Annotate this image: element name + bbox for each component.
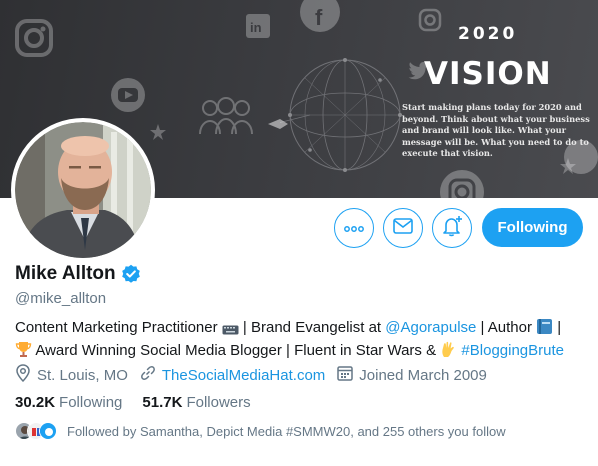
location-icon	[15, 364, 37, 386]
instagram-icon	[418, 8, 442, 32]
keyboard-emoji-icon	[222, 321, 239, 341]
followers-label: Followers	[186, 394, 251, 411]
vulcan-salute-emoji-icon	[440, 341, 457, 364]
mention-link[interactable]: @Agorapulse	[385, 319, 476, 336]
bio-text: Content Marketing Practitioner	[15, 319, 222, 336]
following-stat-link[interactable]: 30.2K Following	[15, 394, 122, 411]
location-text: St. Louis, MO	[37, 366, 128, 384]
avatar-photo	[15, 122, 151, 258]
profile-name: Mike Allton	[15, 263, 116, 284]
trophy-emoji-icon	[15, 341, 32, 364]
instagram-icon	[14, 18, 54, 58]
following-button[interactable]: Following	[482, 208, 583, 247]
bell-plus-icon	[441, 215, 463, 242]
bio-text: | Brand Evangelist at	[238, 319, 386, 336]
linkedin-icon: in	[246, 14, 270, 38]
banner-tagline: Start making plans today for 2020 and be…	[402, 102, 590, 158]
profile-handle: @mike_allton	[15, 290, 107, 307]
more-icon	[344, 219, 364, 237]
website-link[interactable]: TheSocialMediaHat.com	[162, 367, 325, 384]
facebook-icon: f	[300, 0, 340, 34]
instagram-icon	[440, 170, 484, 198]
followed-by-text: Followed by Samantha, Depict Media #SMMW…	[67, 423, 506, 439]
network-globe-graphic	[269, 50, 410, 185]
rocket-icon	[268, 118, 288, 130]
notifications-button[interactable]	[432, 208, 472, 248]
profile-avatar[interactable]	[11, 118, 155, 262]
location-item: St. Louis, MO	[15, 364, 128, 386]
profile-bio: Content Marketing Practitioner | Brand E…	[15, 318, 590, 364]
profile-name-row: Mike Allton	[15, 263, 141, 285]
following-count: 30.2K	[15, 394, 56, 411]
calendar-icon	[337, 365, 359, 385]
svg-text:in: in	[250, 20, 262, 35]
followers-count: 51.7K	[142, 394, 183, 411]
joined-item: Joined March 2009	[337, 365, 487, 385]
star-icon	[560, 158, 576, 174]
message-button[interactable]	[383, 208, 423, 248]
profile-meta: St. Louis, MO TheSocialMediaHat.com Join…	[15, 364, 499, 386]
verified-badge-icon	[121, 264, 141, 284]
star-icon	[150, 124, 166, 140]
mail-icon	[393, 217, 413, 239]
banner-headline: VISION	[424, 56, 552, 92]
joined-text: Joined March 2009	[359, 366, 487, 384]
link-icon	[140, 365, 162, 385]
youtube-icon	[110, 78, 146, 112]
people-group-icon	[196, 96, 256, 136]
website-item[interactable]: TheSocialMediaHat.com	[140, 365, 325, 385]
hashtag-link[interactable]: #BloggingBrute	[461, 342, 564, 359]
bio-text: Award Winning Social Media Blogger | Flu…	[32, 342, 441, 359]
followed-by-row[interactable]: Followed by Samantha, Depict Media #SMMW…	[15, 422, 506, 440]
profile-stats: 30.2K Following 51.7K Followers	[15, 394, 271, 411]
followers-stat-link[interactable]: 51.7K Followers	[142, 394, 250, 411]
book-emoji-icon	[536, 318, 553, 341]
followed-by-avatars	[15, 422, 57, 440]
mini-avatar	[39, 422, 57, 440]
svg-text:f: f	[315, 5, 323, 30]
following-label: Following	[59, 394, 123, 411]
bio-text: | Author	[476, 319, 537, 336]
bio-text: |	[553, 319, 562, 336]
more-options-button[interactable]	[334, 208, 374, 248]
banner-year: 2020	[458, 24, 518, 44]
